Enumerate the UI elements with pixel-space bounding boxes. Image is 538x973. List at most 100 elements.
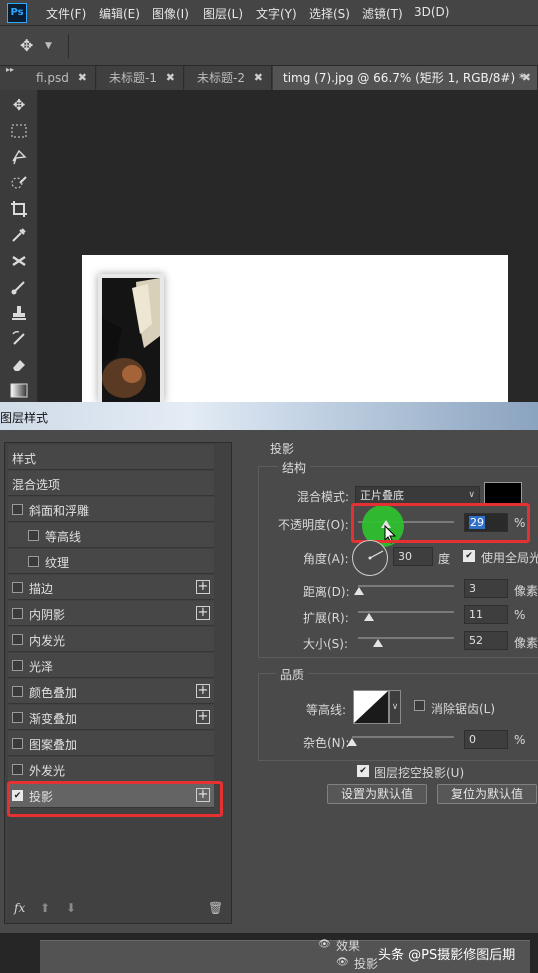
add-icon[interactable]: +	[196, 684, 210, 698]
trash-icon[interactable]: 🗑	[208, 901, 223, 915]
contour-preview[interactable]	[353, 690, 389, 724]
list-header-styles[interactable]: 样式	[8, 445, 214, 470]
menu-3d[interactable]: 3D(D)	[414, 5, 449, 19]
reset-default-button[interactable]: 复位为默认值	[437, 784, 537, 804]
move-down-icon[interactable]: ⬇	[66, 901, 76, 915]
menu-image[interactable]: 图像(I)	[152, 5, 189, 22]
fx-icon[interactable]: fx	[14, 901, 25, 915]
menu-bar: Ps 文件(F) 编辑(E) 图像(I) 图层(L) 文字(Y) 选择(S) 滤…	[0, 0, 538, 26]
distance-input[interactable]: 3	[464, 579, 508, 598]
list-item-style[interactable]: 颜色叠加 +	[8, 679, 214, 704]
style-checkbox[interactable]	[12, 764, 23, 775]
style-checkbox[interactable]	[28, 530, 39, 541]
tab-fi-psd[interactable]: fi.psd ✖	[0, 66, 96, 90]
styles-label: 样式	[12, 452, 37, 466]
spread-slider-thumb[interactable]	[363, 613, 374, 621]
watermark-text: 头条 @PS摄影修图后期	[378, 948, 516, 963]
chevron-down-icon[interactable]: ∨	[389, 690, 401, 724]
move-icon[interactable]: ✥	[8, 94, 30, 116]
style-checkbox[interactable]	[12, 738, 23, 749]
divider	[68, 34, 69, 58]
close-icon[interactable]: ✖	[254, 66, 263, 90]
add-icon[interactable]: +	[196, 606, 210, 620]
close-icon[interactable]: ✖	[166, 66, 175, 90]
style-checkbox[interactable]	[12, 634, 23, 645]
crop-icon[interactable]	[8, 198, 30, 220]
style-checkbox[interactable]	[12, 660, 23, 671]
collapse-arrows-icon[interactable]: ▸▸	[6, 66, 14, 74]
noise-slider-thumb[interactable]	[347, 738, 357, 746]
angle-dial[interactable]	[352, 540, 388, 576]
style-checkbox[interactable]	[12, 712, 23, 723]
list-item-style[interactable]: 描边 +	[8, 575, 214, 600]
contour-label: 等高线:	[306, 703, 347, 717]
make-default-button[interactable]: 设置为默认值	[327, 784, 427, 804]
style-label: 斜面和浮雕	[29, 504, 90, 518]
eye-icon[interactable]: 👁	[336, 957, 349, 968]
size-input[interactable]: 52	[464, 631, 508, 650]
style-checkbox[interactable]	[12, 686, 23, 697]
close-icon[interactable]: ✖	[522, 66, 531, 90]
menu-edit[interactable]: 编辑(E)	[99, 5, 140, 22]
spread-input[interactable]: 11	[464, 605, 508, 624]
tab-untitled-2[interactable]: 未标题-2 ✖	[185, 66, 272, 90]
list-item-style[interactable]: 等高线	[8, 523, 214, 548]
history-brush-icon[interactable]	[8, 328, 30, 350]
style-checkbox[interactable]	[28, 556, 39, 567]
layer-effects-label: 效果	[336, 939, 361, 953]
global-light-label: 使用全局光	[481, 551, 538, 565]
list-item-style[interactable]: 光泽	[8, 653, 214, 678]
knockout-checkbox[interactable]: ✔	[357, 765, 369, 777]
marquee-icon[interactable]	[8, 120, 30, 142]
distance-slider-thumb[interactable]	[353, 587, 364, 595]
style-checkbox[interactable]	[12, 504, 23, 515]
close-icon[interactable]: ✖	[78, 66, 87, 90]
stamp-icon[interactable]	[8, 302, 30, 324]
tab-timg-7[interactable]: timg (7).jpg @ 66.7% (矩形 1, RGB/8#) * ✖	[273, 66, 538, 90]
chevron-down-icon[interactable]: ▼	[45, 41, 52, 51]
toolbox: ✥	[0, 90, 38, 402]
list-item-style[interactable]: 外发光	[8, 757, 214, 782]
healing-icon[interactable]	[8, 250, 30, 272]
photoshop-logo-icon: Ps	[7, 3, 27, 23]
eye-icon[interactable]: 👁	[318, 939, 331, 950]
opacity-label: 不透明度(O):	[278, 518, 349, 532]
global-light-checkbox[interactable]: ✔	[463, 550, 475, 562]
list-item-style[interactable]: 图案叠加	[8, 731, 214, 756]
brush-icon[interactable]	[8, 276, 30, 298]
noise-slider-track[interactable]	[352, 736, 454, 738]
noise-input[interactable]: 0	[464, 730, 508, 749]
quick-select-icon[interactable]	[8, 172, 30, 194]
menu-file[interactable]: 文件(F)	[46, 5, 86, 22]
style-checkbox[interactable]	[12, 608, 23, 619]
lasso-icon[interactable]	[8, 146, 30, 168]
list-item-blend-options[interactable]: 混合选项	[8, 471, 214, 496]
list-item-style[interactable]: 斜面和浮雕	[8, 497, 214, 522]
move-up-icon[interactable]: ⬆	[40, 901, 50, 915]
menu-type[interactable]: 文字(Y)	[256, 5, 297, 22]
add-icon[interactable]: +	[196, 580, 210, 594]
style-label: 颜色叠加	[29, 686, 78, 700]
list-item-style[interactable]: 内发光	[8, 627, 214, 652]
noise-unit: %	[514, 733, 526, 747]
style-checkbox[interactable]	[12, 582, 23, 593]
add-icon[interactable]: +	[196, 710, 210, 724]
tab-untitled-1[interactable]: 未标题-1 ✖	[97, 66, 184, 90]
list-item-style[interactable]: 内阴影 +	[8, 601, 214, 626]
antialias-checkbox[interactable]	[414, 700, 425, 711]
distance-slider-track[interactable]	[358, 585, 454, 587]
size-slider-thumb[interactable]	[373, 639, 384, 647]
eyedropper-icon[interactable]	[8, 224, 30, 246]
move-tool-icon[interactable]: ✥	[20, 38, 33, 54]
list-item-style[interactable]: 纹理	[8, 549, 214, 574]
gradient-icon[interactable]	[8, 380, 30, 402]
menu-filter[interactable]: 滤镜(T)	[362, 5, 403, 22]
blend-mode-label: 混合模式:	[297, 490, 350, 504]
angle-input[interactable]: 30	[393, 547, 433, 566]
menu-layer[interactable]: 图层(L)	[203, 5, 243, 22]
list-item-style[interactable]: 渐变叠加 +	[8, 705, 214, 730]
dialog-title-bar[interactable]: 图层样式	[0, 402, 538, 430]
eraser-icon[interactable]	[8, 354, 30, 376]
style-label: 内阴影	[29, 608, 66, 622]
menu-select[interactable]: 选择(S)	[309, 5, 350, 22]
